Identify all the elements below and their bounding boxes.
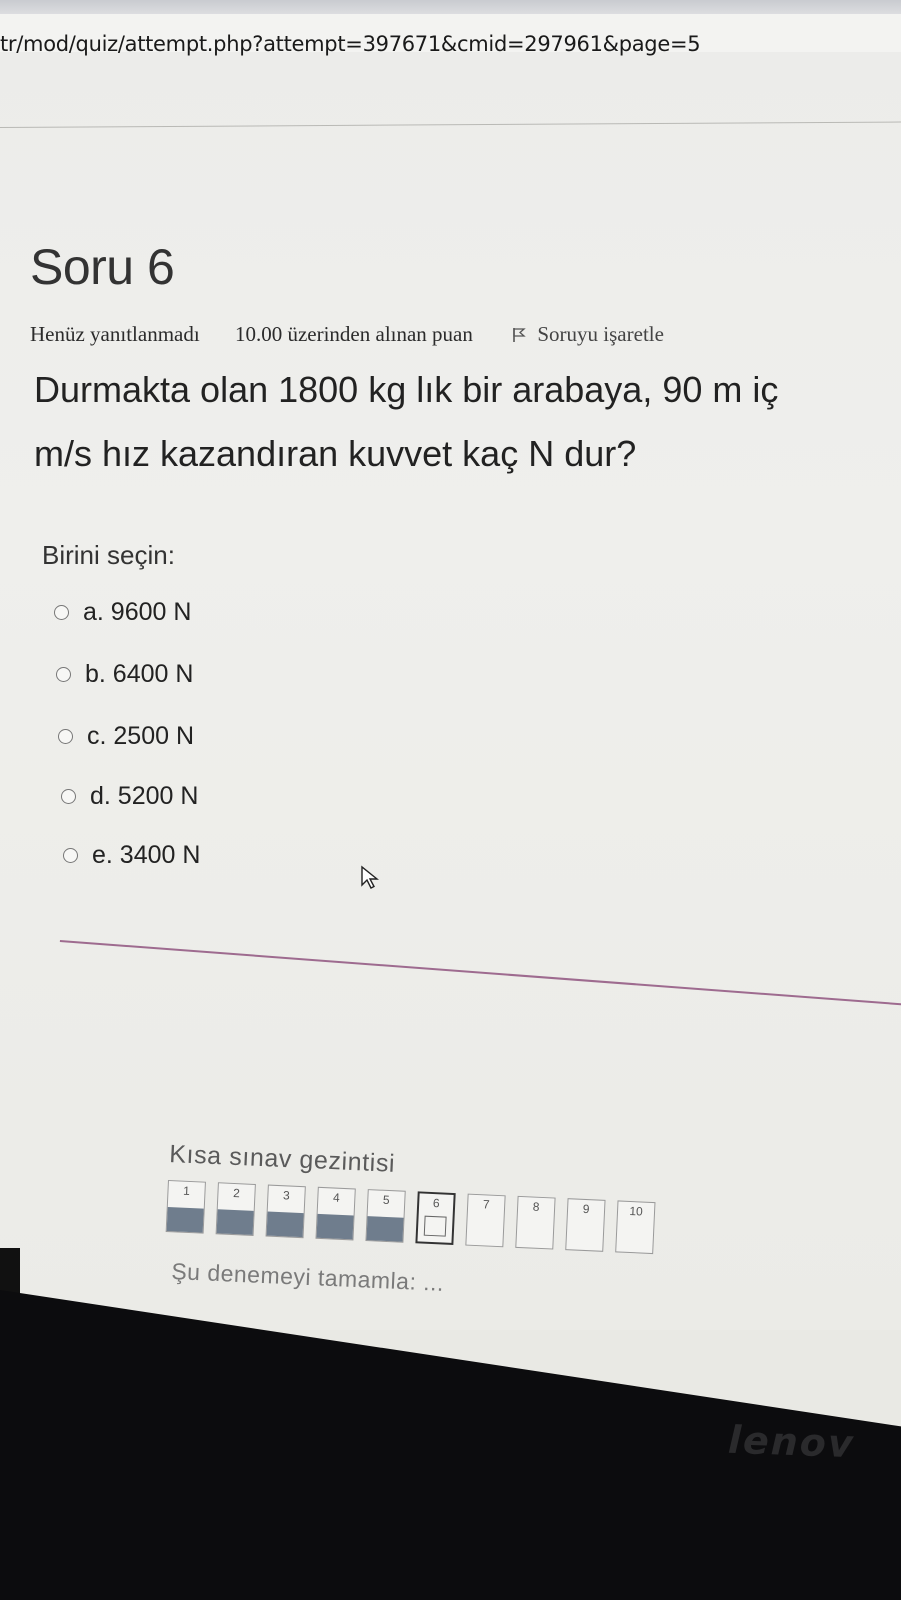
answer-option-c[interactable]: c. 2500 N (58, 722, 194, 751)
flag-icon (513, 328, 526, 342)
radio-button[interactable] (61, 789, 76, 804)
url-text[interactable]: tr/mod/quiz/attempt.php?attempt=397671&c… (0, 32, 701, 56)
flag-question-link[interactable]: Soruyu işaretle (512, 322, 664, 347)
quiz-nav-button-7[interactable]: 7 (465, 1193, 506, 1248)
answer-option-e[interactable]: e. 3400 N (63, 841, 200, 870)
quiz-nav-button-3[interactable]: 3 (265, 1184, 306, 1239)
screen-edge (0, 1248, 20, 1293)
radio-button[interactable] (54, 605, 69, 620)
option-label: a. 9600 N (83, 598, 192, 626)
address-bar[interactable]: tr/mod/quiz/attempt.php?attempt=397671&c… (0, 14, 901, 56)
quiz-nav-button-9[interactable]: 9 (565, 1198, 606, 1252)
quiz-nav-button-6[interactable]: 6 (415, 1191, 456, 1246)
question-points: 10.00 üzerinden alınan puan (234, 322, 473, 346)
mouse-pointer-icon (361, 865, 379, 889)
quiz-nav-button-10[interactable]: 10 (615, 1200, 656, 1255)
question-status: Henüz yanıtlanmadı (30, 322, 200, 346)
question-text-line-1: Durmakta olan 1800 kg lık bir arabaya, 9… (34, 369, 779, 410)
radio-button[interactable] (58, 729, 73, 744)
current-marker (423, 1215, 447, 1237)
header-divider (0, 121, 901, 128)
radio-button[interactable] (63, 848, 78, 863)
option-label: c. 2500 N (87, 722, 195, 750)
quiz-navigation-title: Kısa sınav gezintisi (168, 1140, 396, 1178)
option-label: e. 3400 N (92, 841, 201, 869)
quiz-nav-button-5[interactable]: 5 (365, 1189, 406, 1243)
question-text: Durmakta olan 1800 kg lık bir arabaya, 9… (34, 358, 901, 486)
answer-option-b[interactable]: b. 6400 N (56, 660, 193, 689)
option-label: d. 5200 N (90, 782, 199, 810)
radio-button[interactable] (56, 667, 71, 682)
quiz-nav-button-2[interactable]: 2 (215, 1182, 256, 1236)
quiz-nav-button-1[interactable]: 1 (165, 1180, 206, 1234)
laptop-brand-logo: lenov (727, 1417, 856, 1467)
quiz-nav-button-4[interactable]: 4 (315, 1186, 356, 1241)
question-title: Soru 6 (30, 239, 175, 295)
answer-option-a[interactable]: a. 9600 N (54, 598, 191, 627)
browser-screen: tr/mod/quiz/attempt.php?attempt=397671&c… (0, 0, 901, 1330)
answer-prompt: Birini seçin: (42, 540, 175, 570)
question-info: Henüz yanıtlanmadı 10.00 üzerinden alına… (30, 322, 664, 347)
quiz-nav-button-8[interactable]: 8 (515, 1195, 556, 1250)
browser-tabbar (0, 0, 901, 14)
option-label: b. 6400 N (85, 660, 194, 688)
answer-option-d[interactable]: d. 5200 N (61, 782, 198, 811)
question-text-line-2: m/s hız kazandıran kuvvet kaç N dur? (34, 433, 637, 474)
flag-question-label: Soruyu işaretle (537, 322, 664, 346)
section-divider (59, 940, 901, 1007)
